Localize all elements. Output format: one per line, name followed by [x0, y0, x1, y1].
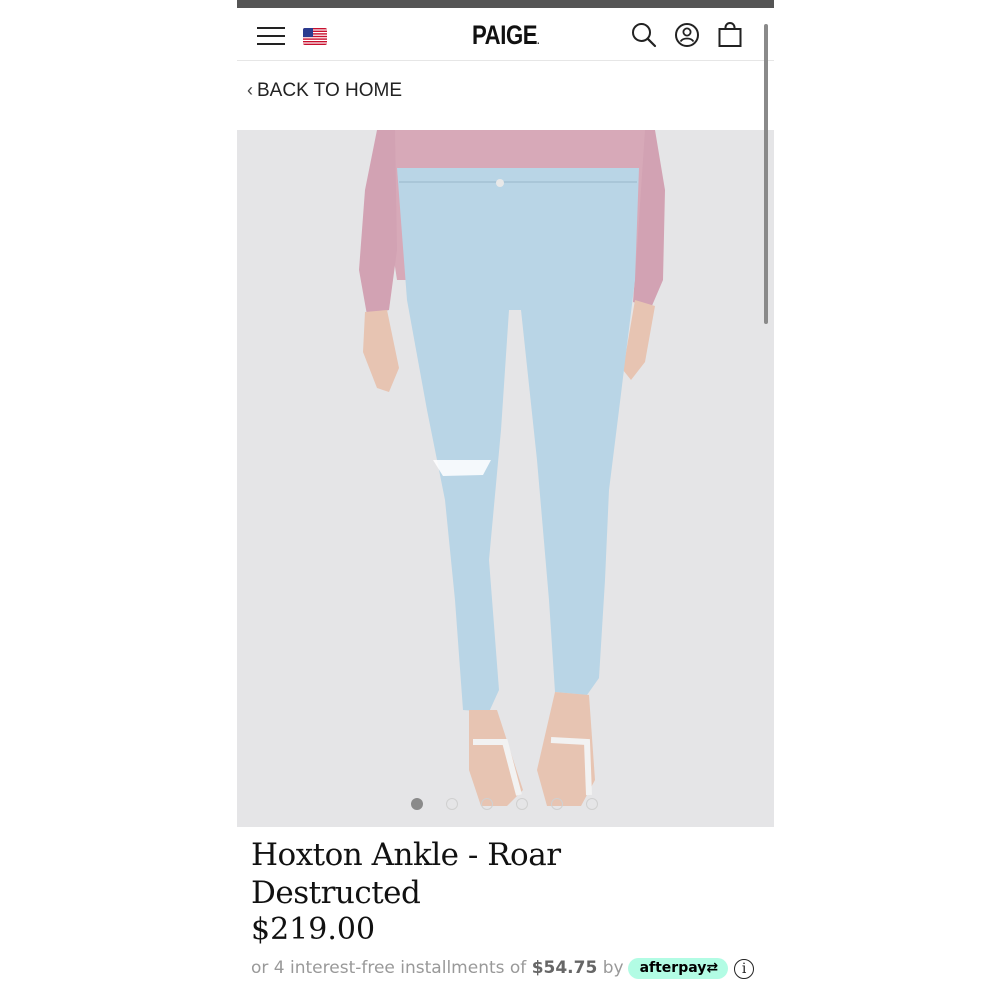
- afterpay-installments: or 4 interest-free installments of $54.7…: [251, 958, 755, 979]
- back-label: BACK TO HOME: [257, 80, 402, 101]
- afterpay-logo-badge[interactable]: afterpay⇄: [627, 958, 729, 979]
- us-flag-icon[interactable]: [303, 28, 327, 45]
- gallery-dot[interactable]: [586, 798, 598, 810]
- product-image: [359, 130, 665, 806]
- logo-mark: .: [537, 36, 540, 47]
- gallery-dot[interactable]: [446, 798, 458, 810]
- back-to-home-link[interactable]: ‹ BACK TO HOME: [247, 80, 402, 102]
- search-icon[interactable]: [631, 22, 657, 48]
- chevron-left-icon: ‹: [247, 80, 253, 100]
- account-icon[interactable]: [674, 22, 700, 48]
- product-image-gallery[interactable]: [237, 130, 774, 827]
- status-bar: [237, 0, 774, 8]
- menu-icon[interactable]: [257, 27, 285, 45]
- info-icon[interactable]: i: [734, 959, 755, 979]
- scrollbar[interactable]: [764, 24, 768, 324]
- gallery-dot[interactable]: [551, 798, 563, 810]
- gallery-dot[interactable]: [516, 798, 528, 810]
- gallery-dot[interactable]: [411, 798, 423, 810]
- product-title: Hoxton Ankle - Roar Destructed: [251, 836, 611, 912]
- gallery-dot[interactable]: [481, 798, 493, 810]
- product-title-line-2: Destructed: [251, 875, 421, 911]
- installment-amount: $54.75: [531, 958, 598, 978]
- installments-prefix: or 4 interest-free installments of: [251, 958, 527, 978]
- product-title-line-1: Hoxton Ankle - Roar: [251, 837, 561, 873]
- mobile-page: PAIGE. ‹ BACK TO HOME Hoxton Ankle - Roa…: [237, 0, 774, 1000]
- shopping-bag-icon[interactable]: [717, 22, 743, 48]
- gallery-pagination: [237, 798, 774, 812]
- site-header: PAIGE.: [237, 8, 774, 61]
- paige-logo[interactable]: PAIGE.: [285, 20, 725, 51]
- logo-text: PAIGE: [471, 20, 538, 50]
- installments-by: by: [602, 958, 624, 978]
- product-price: $219.00: [251, 912, 376, 947]
